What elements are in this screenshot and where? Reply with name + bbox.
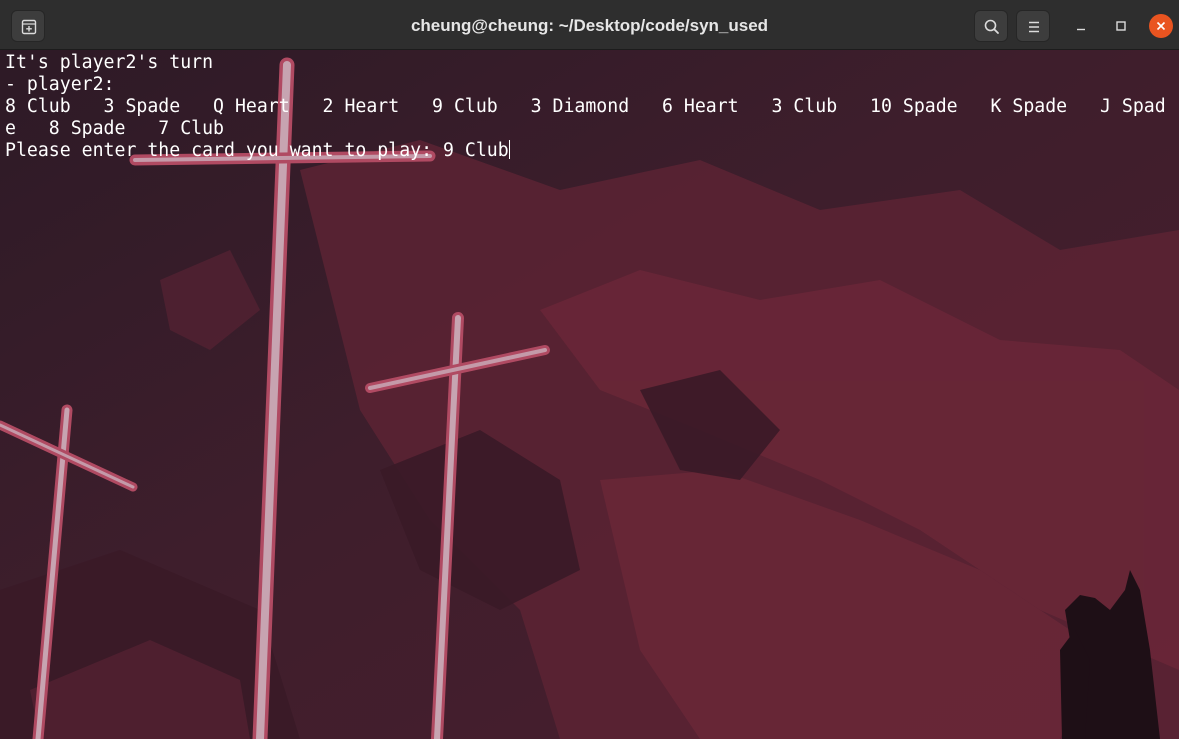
close-button[interactable] xyxy=(1149,14,1173,38)
maximize-icon xyxy=(1116,21,1126,31)
output-line: e 8 Spade 7 Club xyxy=(5,118,224,139)
output-line: - player2: xyxy=(5,74,115,95)
terminal-output: It's player2's turn - player2: 8 Club 3 Sp… xyxy=(5,52,1166,162)
maximize-button[interactable] xyxy=(1109,14,1133,38)
new-tab-button[interactable] xyxy=(11,10,45,42)
search-button[interactable] xyxy=(974,10,1008,42)
prompt-text: Please enter the card you want to play: xyxy=(5,140,443,161)
minimize-icon xyxy=(1077,28,1085,31)
input-value[interactable]: 9 Club xyxy=(443,140,509,161)
terminal-area[interactable]: It's player2's turn - player2: 8 Club 3 Sp… xyxy=(0,50,1179,739)
output-line: 8 Club 3 Spade Q Heart 2 Heart 9 Club 3 … xyxy=(5,96,1166,117)
close-icon xyxy=(1156,21,1166,31)
text-cursor xyxy=(508,140,510,159)
hamburger-menu-icon xyxy=(1029,21,1039,33)
minimize-button[interactable] xyxy=(1069,14,1093,38)
new-tab-icon xyxy=(21,19,37,35)
menu-button[interactable] xyxy=(1016,10,1050,42)
terminal-window: cheung@cheung: ~/Desktop/code/syn_used I… xyxy=(0,0,1179,739)
title-bar[interactable]: cheung@cheung: ~/Desktop/code/syn_used xyxy=(0,0,1179,50)
prompt-line[interactable]: Please enter the card you want to play: … xyxy=(5,140,1166,162)
output-line: It's player2's turn xyxy=(5,52,214,73)
search-icon xyxy=(984,19,999,34)
